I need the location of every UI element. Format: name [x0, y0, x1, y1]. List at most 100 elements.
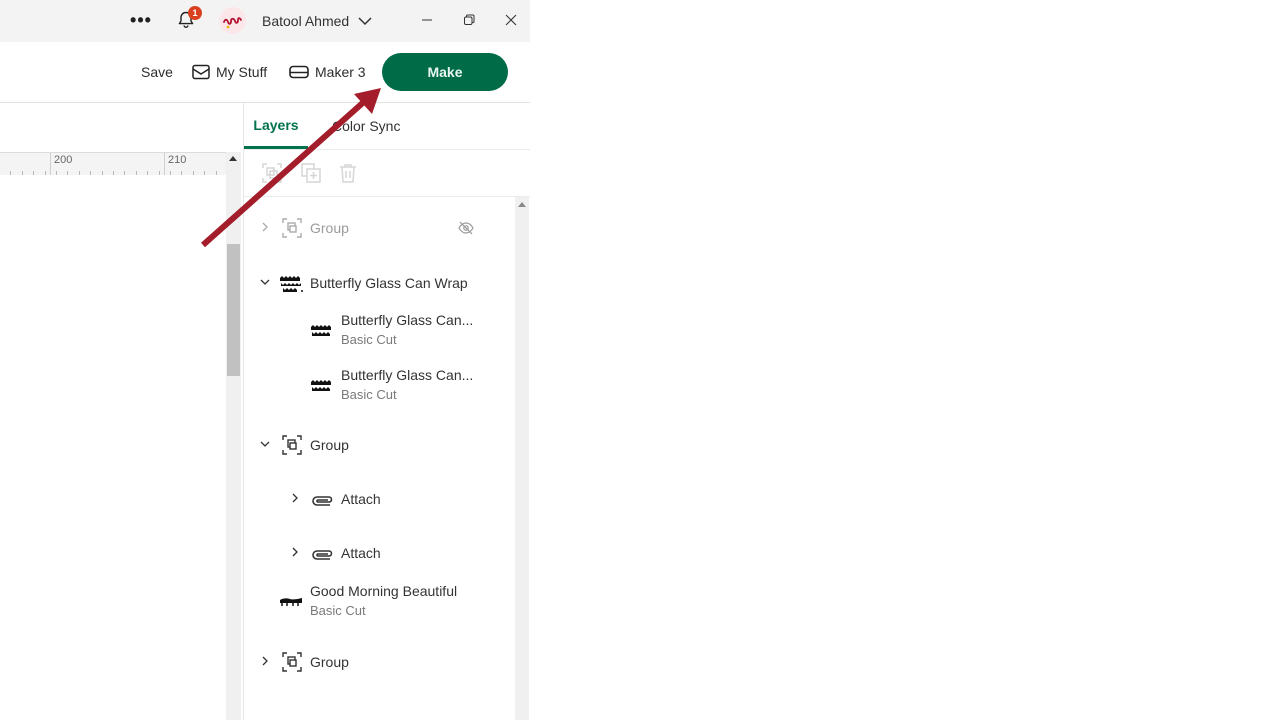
- tab-color-sync[interactable]: Color Sync: [332, 103, 400, 149]
- paperclip-icon: [312, 496, 333, 506]
- ruler-tick: [136, 171, 137, 175]
- layer-row-butterfly-wrap[interactable]: Butterfly Glass Can Wrap: [244, 266, 515, 302]
- user-name[interactable]: Batool Ahmed: [262, 11, 349, 31]
- chevron-right-icon[interactable]: [289, 546, 301, 558]
- horizontal-ruler: 200 210: [0, 152, 226, 175]
- ruler-tick: [181, 171, 182, 175]
- layer-operation: Basic Cut: [341, 387, 397, 402]
- layer-row-butterfly-cut[interactable]: Butterfly Glass Can... Basic Cut: [244, 364, 515, 408]
- tab-layers[interactable]: Layers: [244, 103, 308, 149]
- layer-name: Group: [310, 220, 349, 236]
- machine-selector[interactable]: Maker 3: [289, 42, 366, 102]
- make-button[interactable]: Make: [382, 53, 508, 91]
- layer-actions: [244, 150, 530, 197]
- ruler-tick: [124, 171, 125, 175]
- chevron-right-icon[interactable]: [259, 221, 271, 233]
- layer-row-butterfly-cut[interactable]: Butterfly Glass Can... Basic Cut: [244, 309, 515, 353]
- machine-label: Maker 3: [315, 64, 366, 80]
- layer-name: Group: [310, 437, 349, 453]
- ruler-tick: [33, 171, 34, 175]
- ruler-tick: [10, 171, 11, 175]
- eye-hidden-icon[interactable]: [458, 221, 474, 235]
- minimize-button[interactable]: [416, 10, 438, 30]
- ruler-tick: [67, 171, 68, 175]
- layers-list: Group Butterfly Glass Can Wrap Butterfly…: [244, 197, 515, 720]
- my-stuff-label: My Stuff: [216, 64, 268, 80]
- trash-icon: [340, 164, 356, 183]
- layer-name: Butterfly Glass Can...: [341, 367, 474, 383]
- ruler-tick: [147, 171, 148, 175]
- more-options-button[interactable]: •••: [128, 8, 154, 32]
- avatar[interactable]: [219, 7, 246, 34]
- ruler-tick: [90, 171, 91, 175]
- layer-name: Butterfly Glass Can Wrap: [310, 275, 468, 291]
- layer-name: Group: [310, 654, 349, 670]
- chevron-down-icon: [358, 17, 372, 26]
- restore-icon: [464, 14, 475, 25]
- scroll-up-arrow-icon[interactable]: [229, 156, 237, 161]
- layer-name: Attach: [341, 491, 381, 507]
- layer-row-good-morning[interactable]: Good Morning Beautiful Basic Cut: [244, 580, 515, 624]
- layer-operation: Basic Cut: [310, 603, 366, 618]
- ruler-tick: [193, 171, 194, 175]
- scrollbar-thumb[interactable]: [227, 244, 240, 376]
- avatar-logo-icon: [219, 7, 246, 34]
- ruler-label: 200: [54, 154, 73, 166]
- save-button[interactable]: Save: [141, 42, 173, 102]
- ruler-tick: [204, 171, 205, 175]
- chevron-down-icon[interactable]: [259, 438, 271, 450]
- minimize-icon: [422, 19, 432, 21]
- layer-operation: Basic Cut: [341, 332, 397, 347]
- design-canvas[interactable]: 200 210: [0, 103, 244, 720]
- duplicate-button[interactable]: [300, 162, 322, 184]
- delete-button[interactable]: [337, 162, 359, 184]
- ruler-tick: [56, 171, 57, 175]
- duplicate-icon: [301, 163, 321, 183]
- ruler-tick: [159, 171, 160, 175]
- panel-tabs: Layers Color Sync: [244, 103, 530, 150]
- group-button[interactable]: [261, 162, 283, 184]
- ruler-tick: [79, 171, 80, 175]
- layers-panel: Layers Color Sync Group Butterfly Glass …: [244, 103, 530, 720]
- restore-button[interactable]: [458, 10, 480, 30]
- group-icon: [282, 218, 302, 238]
- notification-badge: 1: [188, 6, 202, 20]
- more-horizontal-icon: •••: [130, 9, 152, 30]
- layer-row-group-hidden[interactable]: Group: [244, 211, 515, 247]
- design-space-window: ••• 1 Batool Ahmed Save My Stuff Maker 3…: [0, 0, 530, 720]
- cutting-machine-icon: [289, 65, 309, 79]
- ruler-tick: [22, 171, 23, 175]
- canvas-vertical-scrollbar[interactable]: [226, 152, 241, 720]
- ruler-tick: [45, 171, 46, 175]
- ruler-tick: [216, 171, 217, 175]
- layer-name: Good Morning Beautiful: [310, 583, 458, 599]
- layer-row-group[interactable]: Group: [244, 645, 515, 681]
- top-toolbar: Save My Stuff Maker 3 Make: [0, 42, 530, 103]
- scroll-up-arrow-icon[interactable]: [518, 202, 526, 207]
- close-button[interactable]: [500, 10, 522, 30]
- butterfly-pattern-icon: [311, 325, 331, 336]
- ruler-tick: [113, 171, 114, 175]
- chevron-right-icon[interactable]: [289, 492, 301, 504]
- layers-scrollbar[interactable]: [515, 197, 529, 720]
- ruler-major-tick: [164, 153, 165, 175]
- layer-row-group[interactable]: Group: [244, 428, 515, 464]
- group-icon: [282, 652, 302, 672]
- ruler-tick: [170, 171, 171, 175]
- text-design-icon: [280, 598, 302, 606]
- ruler-major-tick: [50, 153, 51, 175]
- inbox-icon: [192, 64, 210, 80]
- ruler-tick: [102, 171, 103, 175]
- butterfly-pattern-icon: [311, 380, 331, 391]
- my-stuff-button[interactable]: My Stuff: [192, 42, 267, 102]
- save-label: Save: [141, 64, 173, 80]
- layer-name: Attach: [341, 545, 381, 561]
- user-menu-toggle[interactable]: [356, 11, 374, 31]
- paperclip-icon: [312, 550, 333, 560]
- layer-row-attach[interactable]: Attach: [244, 536, 515, 572]
- group-icon: [282, 435, 302, 455]
- chevron-right-icon[interactable]: [259, 655, 271, 667]
- chevron-down-icon[interactable]: [259, 276, 271, 288]
- ruler-label: 210: [168, 154, 187, 166]
- layer-row-attach[interactable]: Attach: [244, 482, 515, 518]
